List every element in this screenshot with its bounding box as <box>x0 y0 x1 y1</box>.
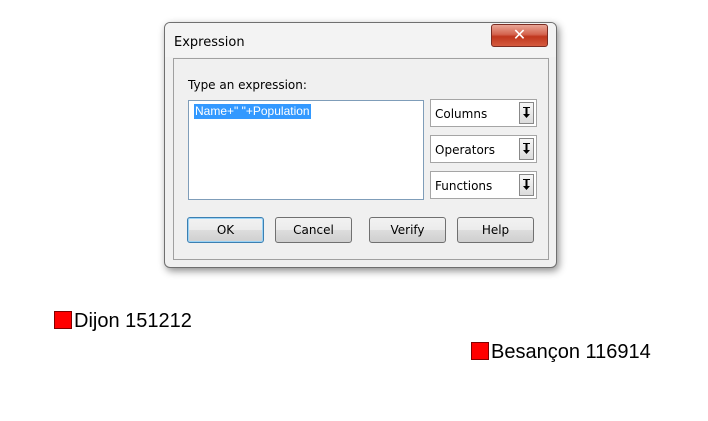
expression-selected-text[interactable]: Name+" "+Population <box>194 104 311 119</box>
help-button[interactable]: Help <box>457 217 534 243</box>
operators-dropdown[interactable]: Operators <box>430 135 537 163</box>
verify-button[interactable]: Verify <box>369 217 446 243</box>
columns-dropdown-label: Columns <box>435 107 488 121</box>
close-button[interactable]: ✕ <box>491 24 548 47</box>
dropdown-arrow-icon[interactable] <box>519 138 534 160</box>
down-arrow-icon <box>523 179 530 190</box>
expression-dialog: Expression ✕ Type an expression: Name+" … <box>164 22 557 268</box>
expression-prompt-label: Type an expression: <box>188 78 307 92</box>
red-square-marker <box>471 342 489 360</box>
map-label-besancon: Besançon 116914 <box>471 342 651 362</box>
ok-button[interactable]: OK <box>187 217 264 243</box>
close-icon: ✕ <box>512 25 527 44</box>
red-square-marker <box>54 311 72 329</box>
functions-dropdown-label: Functions <box>435 179 493 193</box>
operators-dropdown-label: Operators <box>435 143 495 157</box>
down-arrow-icon <box>523 107 530 118</box>
columns-dropdown[interactable]: Columns <box>430 99 537 127</box>
down-arrow-icon <box>523 143 530 154</box>
expression-input[interactable]: Name+" "+Population <box>188 100 424 200</box>
title-bar[interactable]: Expression ✕ <box>165 23 556 57</box>
functions-dropdown[interactable]: Functions <box>430 171 537 199</box>
map-label-text: Besançon 116914 <box>491 341 651 363</box>
map-label-text: Dijon 151212 <box>74 310 192 332</box>
dropdown-arrow-icon[interactable] <box>519 174 534 196</box>
dropdown-arrow-icon[interactable] <box>519 102 534 124</box>
cancel-button[interactable]: Cancel <box>275 217 352 243</box>
map-label-dijon: Dijon 151212 <box>54 311 192 331</box>
dialog-body: Type an expression: Name+" "+Population … <box>173 58 549 260</box>
dialog-title: Expression <box>174 35 245 50</box>
